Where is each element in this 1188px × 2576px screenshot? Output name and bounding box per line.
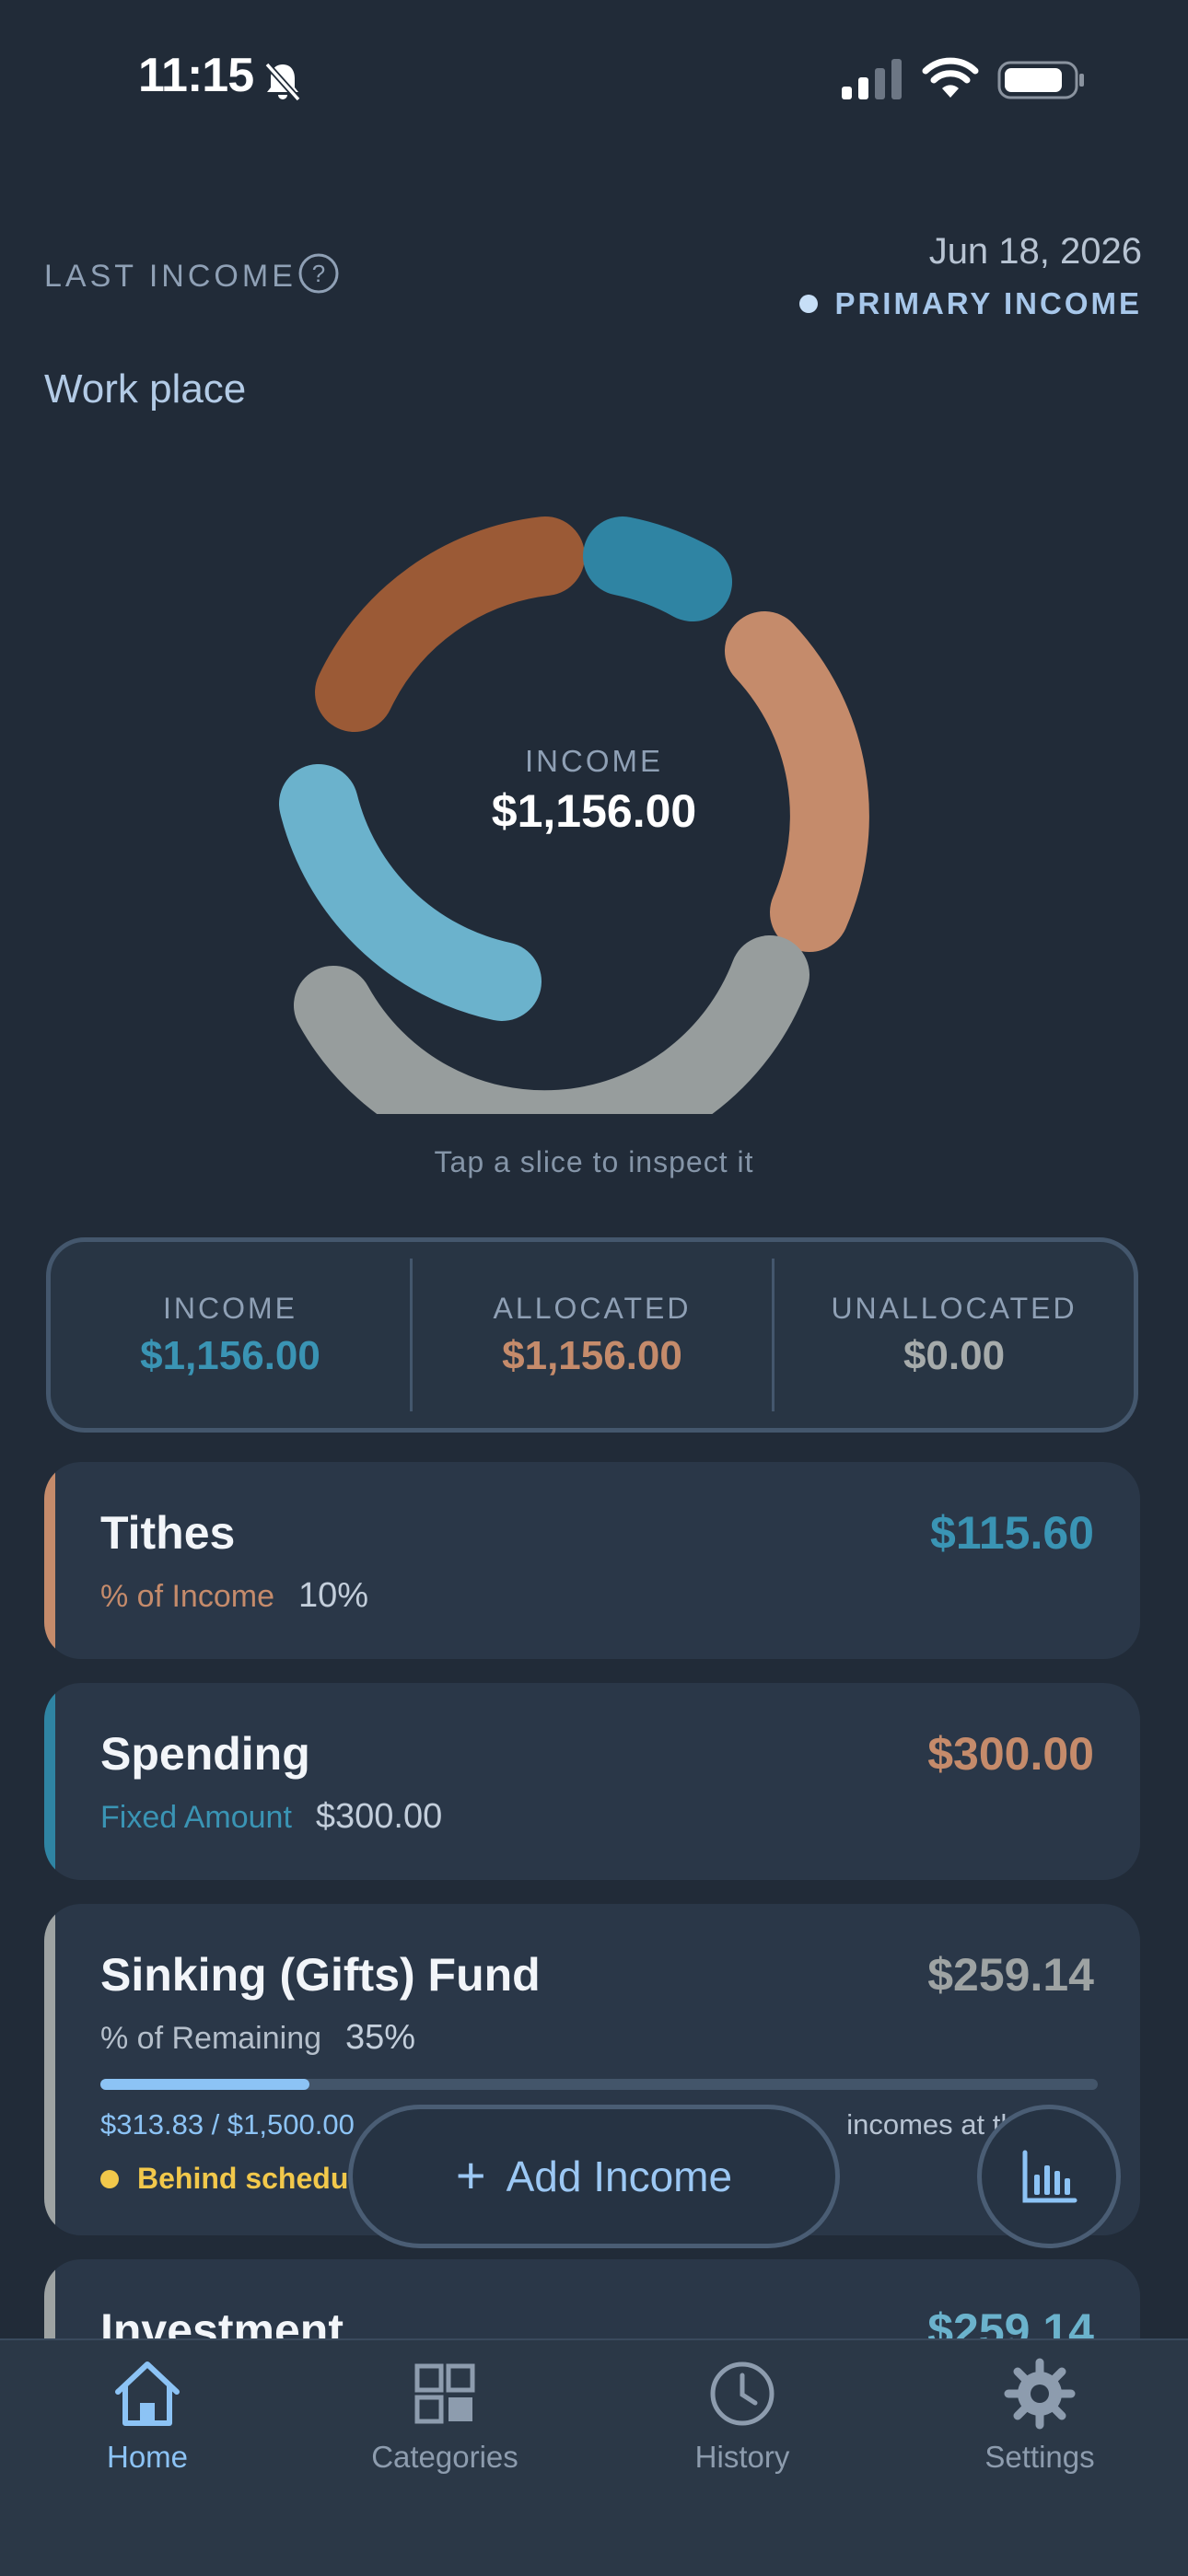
donut-slice-spending[interactable] [583, 516, 732, 621]
tab-home[interactable]: Home [28, 2357, 267, 2475]
home-icon [115, 2361, 180, 2426]
primary-dot [799, 295, 819, 313]
donut-center-value: $1,156.00 [491, 785, 697, 837]
help-icon[interactable]: ? [297, 252, 340, 295]
primary-income-badge: PRIMARY INCOME [799, 286, 1142, 321]
summary-allocated: ALLOCATED $1,156.00 [413, 1242, 772, 1428]
status-time: 11:15 [138, 49, 254, 102]
category-amount: $300.00 [927, 1728, 1094, 1780]
rule-value: 35% [345, 2018, 416, 2057]
card-accent [44, 1904, 55, 2235]
tab-label: Settings [984, 2440, 1095, 2474]
gear-icon [1004, 2358, 1076, 2430]
tab-categories[interactable]: Categories [325, 2357, 565, 2475]
category-name: Tithes [100, 1507, 236, 1559]
tab-settings[interactable]: Settings [920, 2357, 1159, 2475]
category-name: Sinking (Gifts) Fund [100, 1949, 541, 2001]
category-card-tithes[interactable]: Tithes $115.60 % of Income 10% [44, 1462, 1140, 1659]
cellular-signal-icon [842, 59, 902, 99]
schedule-status: Behind schedule [100, 2162, 373, 2196]
donut-slice-gifts[interactable] [315, 516, 585, 732]
battery-icon [997, 61, 1084, 99]
plus-icon: + [455, 2145, 486, 2204]
summary-unallocated-label: UNALLOCATED [831, 1291, 1077, 1325]
category-rule: % of Remaining 35% [100, 2018, 415, 2058]
clock-icon [710, 2361, 775, 2426]
summary-income-label: INCOME [163, 1291, 297, 1325]
status-dot [100, 2169, 119, 2188]
card-accent [44, 1462, 55, 1659]
svg-text:?: ? [312, 260, 325, 287]
rule-value: $300.00 [315, 1797, 443, 1836]
schedule-status-label: Behind schedule [137, 2162, 374, 2195]
summary-allocated-value: $1,156.00 [502, 1332, 682, 1378]
add-income-button[interactable]: + Add Income [348, 2105, 840, 2248]
category-amount: $115.60 [930, 1507, 1094, 1559]
grid-icon [414, 2363, 475, 2424]
add-income-label: Add Income [506, 2152, 733, 2200]
summary-income: INCOME $1,156.00 [51, 1242, 410, 1428]
summary-panel: INCOME $1,156.00 ALLOCATED $1,156.00 UNA… [46, 1237, 1138, 1433]
bar-chart-icon [1022, 2150, 1077, 2203]
rule-value: 10% [297, 1576, 369, 1615]
rule-type: Fixed Amount [100, 1800, 292, 1835]
wifi-icon [922, 57, 979, 98]
rule-type: % of Income [100, 1579, 274, 1614]
rule-type: % of Remaining [100, 2021, 322, 2056]
category-amount: $259.14 [927, 1949, 1094, 2001]
income-source: Work place [44, 366, 247, 412]
tab-label: Categories [371, 2440, 518, 2474]
summary-unallocated-value: $0.00 [903, 1332, 1006, 1378]
tab-label: Home [106, 2440, 189, 2474]
donut-hint: Tap a slice to inspect it [434, 1145, 754, 1178]
primary-income-label: PRIMARY INCOME [834, 286, 1142, 320]
goal-progress-fill [100, 2079, 310, 2090]
donut-slice-tithes[interactable] [725, 611, 869, 952]
summary-unallocated: UNALLOCATED $0.00 [775, 1242, 1134, 1428]
bell-muted-icon [264, 62, 301, 102]
summary-income-value: $1,156.00 [140, 1332, 320, 1378]
goal-progress-text: $313.83 / $1,500.00 [100, 2108, 355, 2141]
summary-allocated-label: ALLOCATED [493, 1291, 692, 1325]
tab-label: History [694, 2440, 790, 2474]
category-rule: % of Income 10% [100, 1576, 368, 1616]
insights-chart-button[interactable] [977, 2105, 1121, 2248]
card-accent [44, 1683, 55, 1880]
last-income-label: LAST INCOME [44, 259, 297, 294]
goal-progress-bar [100, 2079, 1098, 2090]
category-card-spending[interactable]: Spending $300.00 Fixed Amount $300.00 [44, 1683, 1140, 1880]
income-date: Jun 18, 2026 [928, 231, 1142, 272]
category-rule: Fixed Amount $300.00 [100, 1797, 442, 1837]
tab-history[interactable]: History [623, 2357, 862, 2475]
donut-center-label: INCOME [525, 744, 663, 778]
category-name: Spending [100, 1728, 310, 1780]
donut-slice-sinking[interactable] [294, 935, 809, 1114]
